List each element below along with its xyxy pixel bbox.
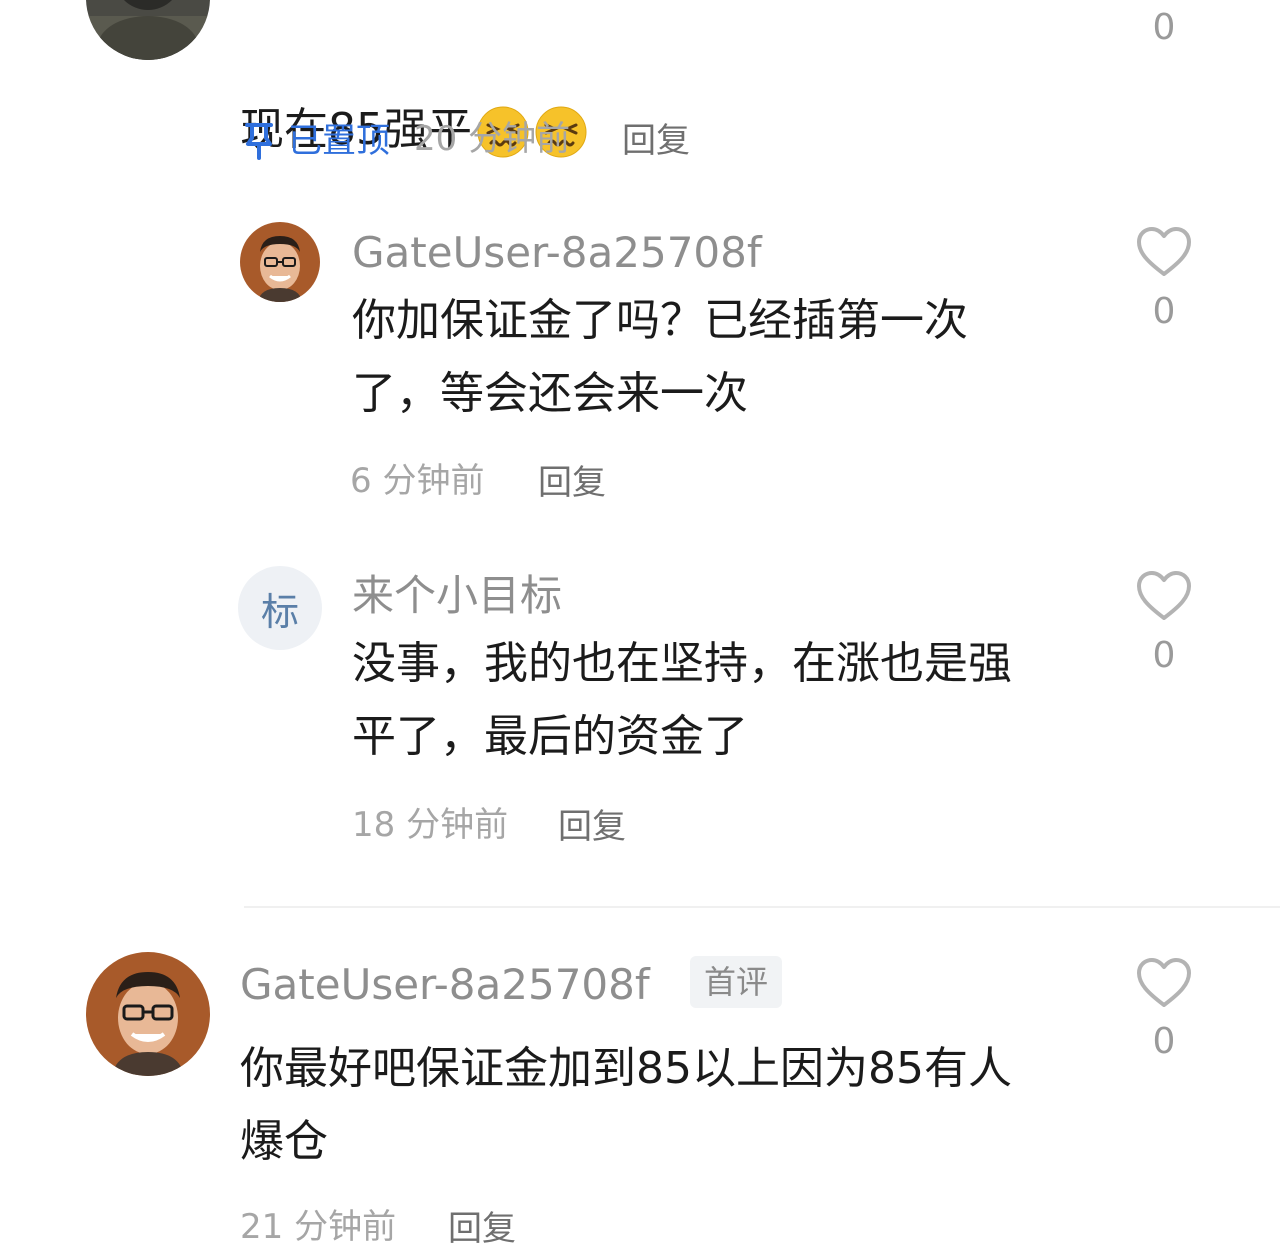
reply-2-avatar-char: 标 — [260, 589, 299, 634]
second-comment-avatar[interactable] — [86, 952, 210, 1076]
comment-divider — [244, 906, 1280, 908]
top-comment-avatar[interactable] — [86, 0, 210, 60]
reply-2-avatar[interactable]: 标 — [238, 566, 322, 650]
second-comment-like-button[interactable] — [1134, 957, 1194, 1009]
first-comment-badge: 首评 — [690, 956, 783, 1008]
top-comment-reply-button[interactable]: 回复 — [622, 124, 690, 158]
reply-1-reply-button[interactable]: 回复 — [538, 466, 606, 500]
reply-1-avatar[interactable] — [240, 222, 320, 302]
second-comment-time: 21 分钟前 — [240, 1207, 397, 1247]
reply-2-reply-button[interactable]: 回复 — [558, 810, 626, 844]
pinned-indicator: 已置顶 — [244, 122, 390, 160]
heart-outline-icon — [1137, 227, 1191, 276]
reply-2-like-button[interactable] — [1134, 570, 1194, 622]
reply-1-username[interactable]: GateUser-8a25708f — [352, 232, 762, 274]
heart-outline-icon — [1137, 571, 1191, 620]
second-comment-username[interactable]: GateUser-8a25708f — [240, 964, 650, 1006]
pinned-label: 已置顶 — [288, 121, 390, 161]
reply-2-text: 没事，我的也在坚持，在涨也是强 平了，最后的资金了 — [352, 638, 1012, 762]
reply-2-time: 18 分钟前 — [352, 805, 509, 845]
reply-2-username[interactable]: 来个小目标 — [352, 575, 562, 617]
reply-1-text: 你加保证金了吗？已经插第一次 了，等会还会来一次 — [352, 295, 968, 419]
reply-1-time: 6 分钟前 — [350, 461, 485, 501]
second-comment-reply-button[interactable]: 回复 — [448, 1212, 516, 1246]
heart-outline-icon — [1137, 958, 1191, 1007]
reply-2-like-count: 0 — [1152, 635, 1176, 676]
top-comment-like-count: 0 — [1152, 7, 1176, 48]
reply-1-like-button[interactable] — [1134, 226, 1194, 278]
second-comment-text: 你最好吧保证金加到85以上因为85有人 爆仓 — [240, 1043, 1012, 1167]
top-comment-time: 20 分钟前 — [414, 119, 571, 159]
second-comment-like-count: 0 — [1152, 1021, 1176, 1062]
reply-1-like-count: 0 — [1152, 291, 1176, 332]
pin-icon — [245, 123, 273, 160]
